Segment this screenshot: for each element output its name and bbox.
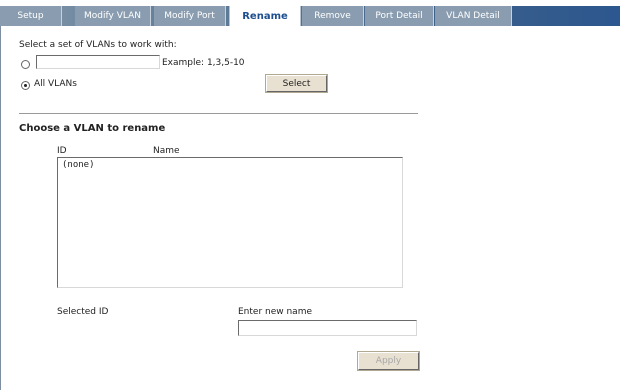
column-id-header: ID	[57, 146, 67, 156]
new-name-input[interactable]	[238, 320, 417, 336]
apply-button[interactable]: Apply	[357, 351, 420, 371]
tab-setup[interactable]: Setup	[0, 6, 62, 26]
tab-modify-vlan[interactable]: Modify VLAN	[75, 6, 151, 26]
vlan-set-label: Select a set of VLANs to work with:	[19, 40, 177, 50]
select-button[interactable]: Select	[265, 74, 328, 93]
list-item[interactable]: (none)	[62, 160, 398, 170]
tab-bar: Setup Modify VLAN Modify Port Rename Rem…	[0, 0, 620, 27]
tab-port-detail[interactable]: Port Detail	[365, 6, 434, 26]
tab-vlan-detail[interactable]: VLAN Detail	[435, 6, 512, 26]
rename-panel: Select a set of VLANs to work with: Exam…	[0, 26, 620, 390]
selected-id-label: Selected ID	[57, 307, 109, 317]
vlan-set-input[interactable]	[36, 55, 160, 69]
vlan-listbox[interactable]: (none)	[57, 157, 403, 288]
rename-heading: Choose a VLAN to rename	[19, 123, 166, 134]
column-name-header: Name	[153, 146, 180, 156]
all-vlans-label: All VLANs	[34, 79, 77, 89]
section-divider	[19, 113, 418, 114]
vlan-set-example: Example: 1,3,5-10	[162, 58, 245, 68]
new-name-label: Enter new name	[238, 307, 313, 317]
vlan-set-radio-all[interactable]	[21, 81, 30, 90]
vlan-set-radio-custom[interactable]	[21, 60, 30, 69]
tab-rename[interactable]: Rename	[229, 6, 301, 27]
tab-remove[interactable]: Remove	[302, 6, 364, 26]
tab-modify-port[interactable]: Modify Port	[154, 6, 226, 26]
